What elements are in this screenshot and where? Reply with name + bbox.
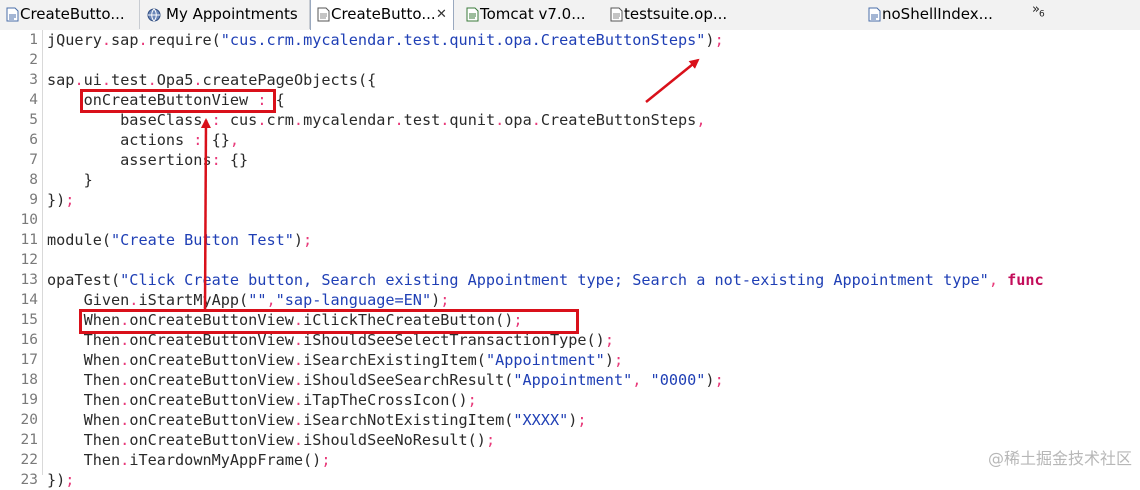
- js-file-icon: [610, 7, 623, 22]
- tab-overflow-button[interactable]: »6: [1032, 2, 1045, 20]
- tab-tomcat[interactable]: Tomcat v7.0...: [460, 0, 600, 29]
- tab-label: Tomcat v7.0...: [480, 5, 586, 23]
- tab-label: noShellIndex...: [882, 5, 993, 23]
- overflow-count: 6: [1038, 9, 1045, 20]
- server-icon: [466, 7, 479, 22]
- tab-label: CreateButto...: [331, 5, 436, 23]
- close-icon[interactable]: ✕: [436, 0, 447, 29]
- tab-label: testsuite.op...: [624, 5, 728, 23]
- html-file-icon: [868, 7, 881, 22]
- overflow-chevron-icon: »: [1032, 2, 1040, 17]
- tab-noshellindex[interactable]: noShellIndex...: [862, 0, 1027, 29]
- arrow-to-steps-class: [645, 58, 700, 103]
- tab-label: CreateButto...: [20, 5, 125, 23]
- tab-testsuite[interactable]: testsuite.op...: [604, 0, 864, 29]
- tab-createbutton-js[interactable]: CreateButto... ✕: [310, 0, 454, 30]
- tab-my-appointments[interactable]: My Appointments: [140, 0, 310, 29]
- js-file-icon: [317, 7, 330, 22]
- code-editor[interactable]: 1 2 3 4 5 6 7 8 9 10 11 12 13 14 15 16 17 18 19 20 21 22 23 jQ…: [0, 30, 1140, 489]
- tab-label: My Appointments: [166, 5, 298, 23]
- annotation-arrows: [200, 58, 700, 310]
- editor-tab-bar: CreateButto... My Appointments CreateBut…: [0, 0, 1140, 31]
- html-file-icon: [6, 7, 19, 22]
- tab-createbutton-html[interactable]: CreateButto...: [0, 0, 140, 29]
- arrow-up-to-page-object: [200, 118, 211, 310]
- globe-icon: [147, 8, 161, 22]
- watermark: @稀土掘金技术社区: [987, 449, 1132, 468]
